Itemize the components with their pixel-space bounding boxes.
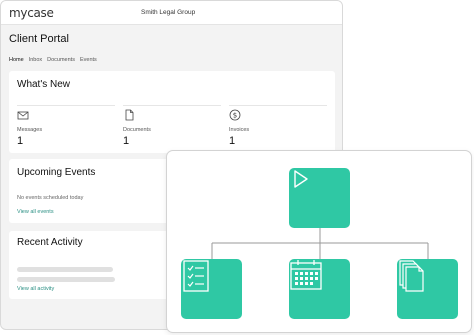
play-icon [294,170,308,188]
stat-label: Documents [123,127,151,133]
stat-value: 1 [17,135,24,147]
envelope-icon [17,111,29,120]
mycase-logo[interactable]: mycase [9,6,54,20]
divider [123,105,221,106]
flow-diagram-panel [166,150,472,333]
documents-tile[interactable] [397,259,458,319]
svg-text:$: $ [233,111,237,119]
whats-new-title: What's New [17,79,71,90]
no-events-text: No events scheduled today [17,195,84,201]
dollar-icon: $ [229,109,241,121]
stat-value: 1 [229,135,236,147]
portal-top-bar: mycase Smith Legal Group [1,1,342,25]
calendar-tile[interactable] [289,259,350,319]
stat-value: 1 [123,135,130,147]
upcoming-events-title: Upcoming Events [17,167,96,178]
page-title: Client Portal [9,33,69,45]
tab-events[interactable]: Events [80,57,97,63]
whats-new-card: What's New Messages 1 Documents 1 $ Invo… [9,71,335,153]
stat-label: Invoices [229,127,250,133]
checklist-tile[interactable] [181,259,242,319]
tab-documents[interactable]: Documents [47,57,75,63]
activity-placeholder [17,277,115,282]
activity-placeholder [17,267,113,272]
firm-name: Smith Legal Group [141,9,196,16]
play-tile[interactable] [289,168,350,228]
view-all-events-link[interactable]: View all events [17,209,54,215]
tab-inbox[interactable]: Inbox [29,57,42,63]
calendar-icon [290,260,322,290]
document-icon [125,109,134,121]
tab-home[interactable]: Home [9,57,24,63]
divider [17,105,115,106]
portal-tabs: Home Inbox Documents Events [9,57,97,63]
divider [229,105,327,106]
view-all-activity-link[interactable]: View all activity [17,286,54,292]
checklist-icon [183,260,209,292]
documents-stack-icon [399,260,424,292]
recent-activity-title: Recent Activity [17,237,83,248]
stat-label: Messages [17,127,43,133]
